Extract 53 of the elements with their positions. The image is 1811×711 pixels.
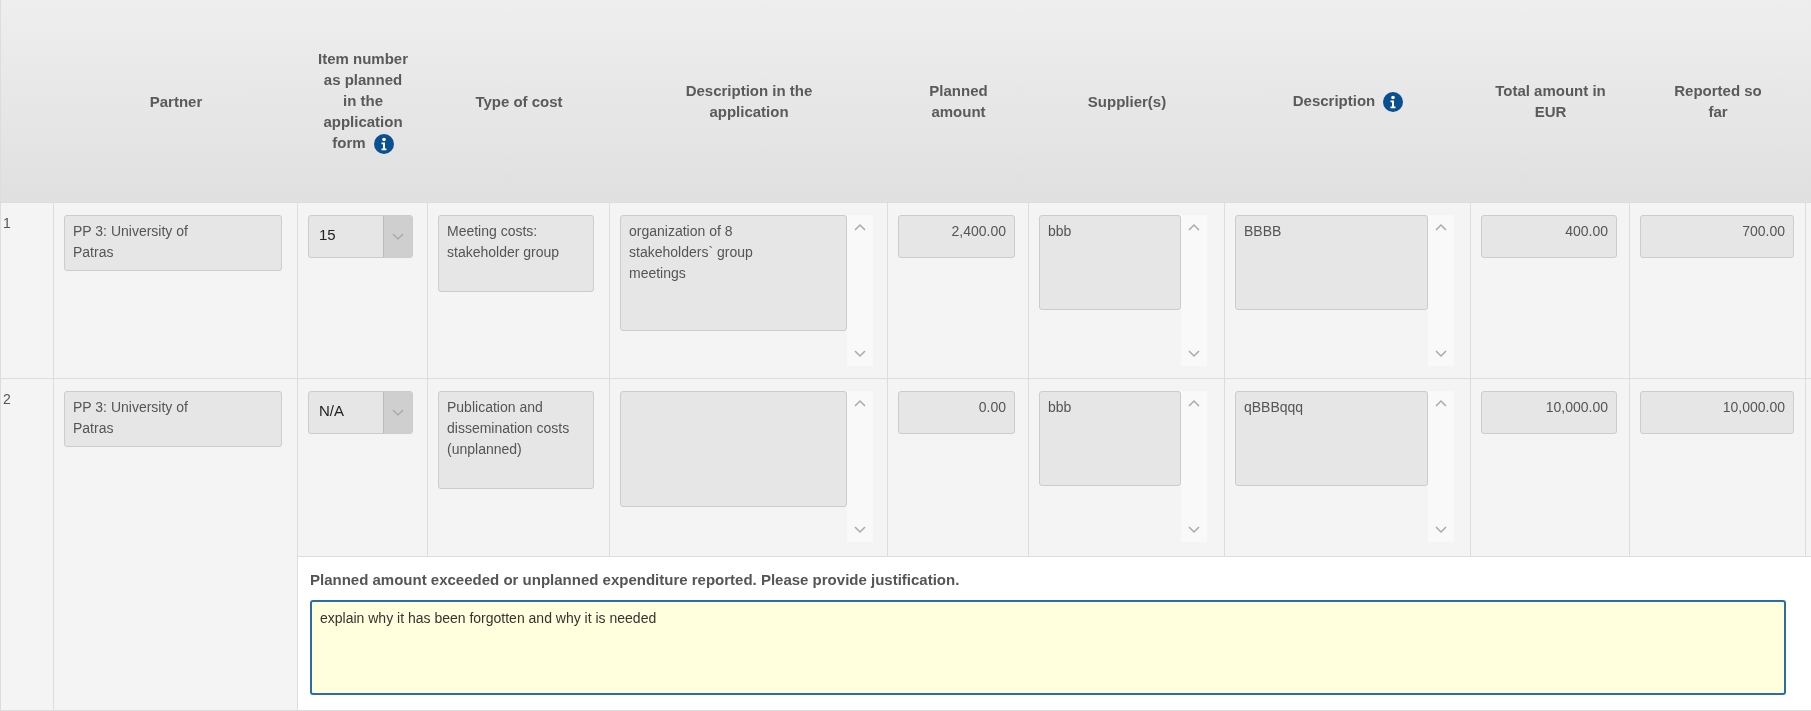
scrollbar[interactable] <box>1428 215 1454 366</box>
application-description-field[interactable] <box>620 391 847 507</box>
scrollbar[interactable] <box>847 215 873 366</box>
scroll-up-icon[interactable] <box>854 223 866 231</box>
item-number-select[interactable]: 15 <box>308 215 413 258</box>
justification-field[interactable]: explain why it has been forgotten and why it is needed <box>310 600 1786 695</box>
total-amount-field[interactable]: 10,000.00 <box>1481 391 1617 434</box>
scrollbar[interactable] <box>847 391 873 542</box>
scroll-down-icon[interactable] <box>854 526 866 534</box>
info-icon[interactable] <box>1383 92 1404 112</box>
dropdown-icon[interactable] <box>392 408 404 417</box>
row-number: 1 <box>3 215 11 231</box>
column-header: Type of cost <box>475 91 563 112</box>
column-header: Item number as planned in the application form <box>318 48 408 154</box>
scrollbar[interactable] <box>1181 215 1207 366</box>
scrollbar[interactable] <box>1181 391 1207 542</box>
scroll-up-icon[interactable] <box>1188 399 1200 407</box>
column-header: Total amount in EUR <box>1494 81 1607 122</box>
scroll-up-icon[interactable] <box>1435 399 1447 407</box>
item-number-select[interactable]: N/A <box>308 391 413 434</box>
column-header: Planned amount <box>928 81 989 122</box>
dropdown-icon[interactable] <box>392 232 404 241</box>
supplier-field[interactable]: bbb <box>1039 215 1181 310</box>
row-number: 2 <box>3 391 11 407</box>
column-header: Description <box>1292 90 1404 112</box>
planned-amount-field[interactable]: 0.00 <box>898 391 1015 434</box>
scroll-down-icon[interactable] <box>1188 526 1200 534</box>
scrollbar[interactable] <box>1428 391 1454 542</box>
scroll-down-icon[interactable] <box>1435 350 1447 358</box>
cost-type-field[interactable]: Meeting costs: stakeholder group <box>438 215 594 292</box>
scroll-up-icon[interactable] <box>1435 223 1447 231</box>
scroll-up-icon[interactable] <box>854 399 866 407</box>
partner-field[interactable]: PP 3: University of Patras <box>64 215 282 271</box>
cost-type-field[interactable]: Publication and dissemination costs (unplanned) <box>438 391 594 489</box>
reported-amount-field[interactable]: 700.00 <box>1640 215 1794 258</box>
description-field[interactable]: qBBBqqq <box>1235 391 1428 486</box>
application-description-field[interactable]: organization of 8 stakeholders` group meetings <box>620 215 847 331</box>
total-amount-field[interactable]: 400.00 <box>1481 215 1617 258</box>
scroll-up-icon[interactable] <box>1188 223 1200 231</box>
scroll-down-icon[interactable] <box>1435 526 1447 534</box>
column-header: Description in the application <box>684 81 814 122</box>
info-icon[interactable] <box>373 134 394 154</box>
planned-amount-field[interactable]: 2,400.00 <box>898 215 1015 258</box>
supplier-field[interactable]: bbb <box>1039 391 1181 486</box>
justification-label: Planned amount exceeded or unplanned expenditure reported. Please provide justification. <box>310 571 961 588</box>
scroll-down-icon[interactable] <box>1188 350 1200 358</box>
partner-field[interactable]: PP 3: University of Patras <box>64 391 282 447</box>
column-header: Partner <box>149 91 203 112</box>
column-header: Supplier(s) <box>1087 91 1167 112</box>
description-field[interactable]: BBBB <box>1235 215 1428 310</box>
reported-amount-field[interactable]: 10,000.00 <box>1640 391 1794 434</box>
scroll-down-icon[interactable] <box>854 350 866 358</box>
column-header: Reported so far <box>1673 81 1763 122</box>
